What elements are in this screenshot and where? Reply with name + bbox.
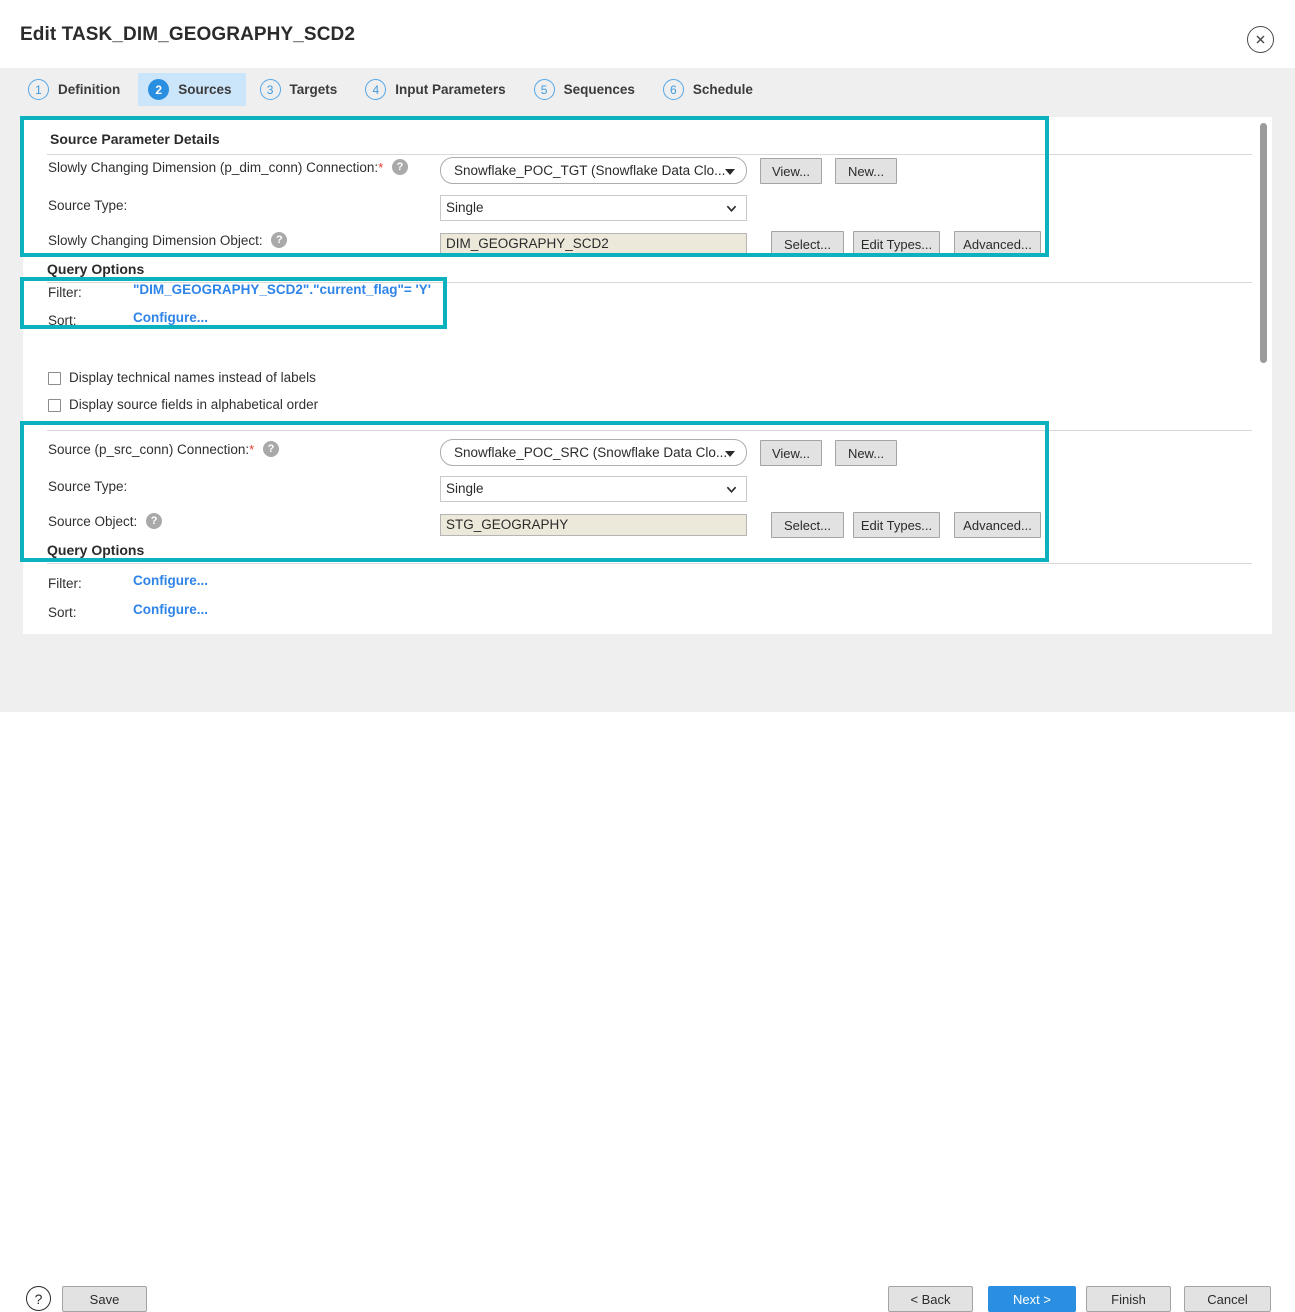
dim-source-type-value: Single — [446, 200, 484, 215]
sources-panel: Source Parameter Details Slowly Changing… — [23, 117, 1272, 634]
vertical-scrollbar[interactable] — [1257, 117, 1272, 634]
dim-object-field[interactable]: DIM_GEOGRAPHY_SCD2 — [440, 233, 747, 255]
chevron-down-icon — [725, 451, 735, 457]
dim-filter-label: Filter: — [48, 285, 82, 300]
src-object-field[interactable]: STG_GEOGRAPHY — [440, 514, 747, 536]
page-title: Edit TASK_DIM_GEOGRAPHY_SCD2 — [20, 24, 356, 45]
src-advanced-button[interactable]: Advanced... — [954, 512, 1041, 538]
dim-connection-dropdown[interactable]: Snowflake_POC_TGT (Snowflake Data Clo... — [440, 157, 747, 184]
divider — [47, 563, 1252, 564]
src-select-button[interactable]: Select... — [771, 512, 844, 538]
src-connection-value: Snowflake_POC_SRC (Snowflake Data Clo... — [454, 445, 728, 460]
dim-sort-configure-link[interactable]: Configure... — [133, 310, 208, 325]
dim-query-options-heading: Query Options — [47, 261, 145, 277]
dim-sort-label: Sort: — [48, 313, 77, 328]
chevron-down-icon — [725, 169, 735, 175]
src-new-button[interactable]: New... — [835, 440, 897, 466]
src-source-type-label: Source Type: — [48, 479, 128, 494]
dim-connection-label-text: Slowly Changing Dimension (p_dim_conn) C… — [48, 160, 379, 175]
src-filter-label: Filter: — [48, 576, 82, 591]
close-icon — [1256, 35, 1265, 44]
tab-number: 3 — [259, 79, 281, 100]
dim-filter-value-link[interactable]: "DIM_GEOGRAPHY_SCD2"."current_flag"= 'Y' — [133, 282, 431, 297]
checkbox-icon[interactable] — [48, 398, 61, 412]
chevron-down-icon — [726, 486, 737, 494]
display-alphabetical-order-label: Display source fields in alphabetical or… — [69, 397, 319, 412]
src-connection-dropdown[interactable]: Snowflake_POC_SRC (Snowflake Data Clo... — [440, 439, 747, 466]
dialog-body: Source Parameter Details Slowly Changing… — [0, 111, 1295, 638]
cancel-button[interactable]: Cancel — [1184, 1286, 1271, 1312]
required-marker: * — [378, 160, 384, 175]
tab-schedule[interactable]: 6 Schedule — [653, 73, 767, 106]
src-source-type-value: Single — [446, 481, 484, 496]
src-object-label-text: Source Object: — [48, 514, 138, 529]
dim-select-button[interactable]: Select... — [771, 231, 844, 257]
close-button[interactable] — [1247, 26, 1274, 53]
dim-object-label-text: Slowly Changing Dimension Object: — [48, 233, 263, 248]
dim-new-button[interactable]: New... — [835, 158, 897, 184]
required-marker: * — [249, 442, 255, 457]
tab-number: 4 — [365, 79, 387, 100]
dim-object-label: Slowly Changing Dimension Object: ? — [48, 228, 288, 254]
save-button[interactable]: Save — [62, 1286, 147, 1312]
tab-input-parameters[interactable]: 4 Input Parameters — [355, 73, 519, 106]
dim-source-type-label: Source Type: — [48, 198, 128, 213]
checkbox-icon[interactable] — [48, 371, 61, 385]
src-view-button[interactable]: View... — [760, 440, 822, 466]
tab-definition[interactable]: 1 Definition — [18, 73, 134, 106]
tab-number: 5 — [533, 79, 555, 100]
help-icon[interactable]: ? — [271, 232, 288, 249]
next-button[interactable]: Next > — [988, 1286, 1076, 1312]
dim-edit-types-button[interactable]: Edit Types... — [853, 231, 940, 257]
src-object-label: Source Object: ? — [48, 509, 163, 535]
tab-label: Sequences — [563, 82, 635, 97]
tab-label: Definition — [58, 82, 121, 97]
scrollbar-thumb[interactable] — [1260, 123, 1267, 363]
tab-sequences[interactable]: 5 Sequences — [524, 73, 649, 106]
help-icon[interactable]: ? — [392, 159, 409, 176]
finish-button[interactable]: Finish — [1086, 1286, 1171, 1312]
help-icon[interactable]: ? — [146, 513, 163, 530]
tab-sources[interactable]: 2 Sources — [138, 73, 246, 106]
back-button[interactable]: < Back — [888, 1286, 973, 1312]
source-parameter-details-heading: Source Parameter Details — [50, 131, 220, 147]
src-sort-label: Sort: — [48, 605, 77, 620]
dim-connection-label: Slowly Changing Dimension (p_dim_conn) C… — [48, 155, 409, 181]
tab-label: Schedule — [692, 82, 753, 97]
tab-targets[interactable]: 3 Targets — [250, 73, 352, 106]
display-alphabetical-order-checkbox-row[interactable]: Display source fields in alphabetical or… — [48, 397, 318, 413]
tab-number: 2 — [148, 79, 170, 100]
tab-number: 1 — [28, 79, 49, 100]
tab-number: 6 — [662, 79, 684, 100]
src-source-type-select[interactable]: Single — [440, 476, 747, 502]
display-technical-names-checkbox-row[interactable]: Display technical names instead of label… — [48, 370, 316, 386]
wizard-tab-bar: 1 Definition 2 Sources 3 Targets 4 Input… — [0, 68, 1295, 111]
dim-source-type-select[interactable]: Single — [440, 195, 747, 221]
chevron-down-icon — [726, 205, 737, 213]
dim-view-button[interactable]: View... — [760, 158, 822, 184]
src-edit-types-button[interactable]: Edit Types... — [853, 512, 940, 538]
tab-label: Targets — [289, 82, 338, 97]
dialog-header: Edit TASK_DIM_GEOGRAPHY_SCD2 — [0, 0, 1295, 68]
src-connection-label: Source (p_src_conn) Connection:* ? — [48, 437, 279, 463]
display-technical-names-label: Display technical names instead of label… — [69, 370, 316, 385]
src-sort-configure-link[interactable]: Configure... — [133, 602, 208, 617]
src-filter-configure-link[interactable]: Configure... — [133, 573, 208, 588]
tab-label: Input Parameters — [395, 82, 506, 97]
divider — [47, 430, 1252, 431]
dialog-footer: ? Save < Back Next > Finish Cancel — [0, 638, 1295, 1312]
help-button[interactable]: ? — [26, 1286, 51, 1311]
dim-connection-value: Snowflake_POC_TGT (Snowflake Data Clo... — [454, 163, 726, 178]
dim-advanced-button[interactable]: Advanced... — [954, 231, 1041, 257]
src-connection-label-text: Source (p_src_conn) Connection: — [48, 442, 250, 457]
src-query-options-heading: Query Options — [47, 542, 145, 558]
help-icon[interactable]: ? — [262, 441, 279, 458]
tab-label: Sources — [178, 82, 232, 97]
